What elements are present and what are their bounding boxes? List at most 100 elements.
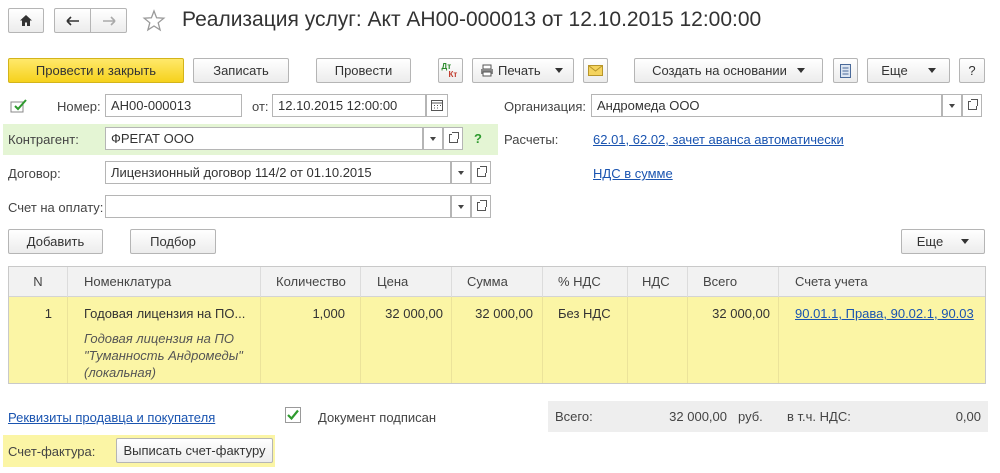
- create-based-on-label: Создать на основании: [652, 63, 787, 78]
- print-button[interactable]: Печать: [472, 58, 574, 83]
- open-icon: [476, 166, 487, 177]
- contract-dropdown[interactable]: [451, 161, 471, 184]
- arrow-left-icon: [65, 15, 79, 26]
- arrow-right-icon: [102, 15, 116, 26]
- col-accounts[interactable]: Счета учета: [779, 267, 985, 297]
- dtkt-icon: Дт Кт: [441, 61, 458, 79]
- payment-invoice-dropdown[interactable]: [451, 195, 471, 218]
- chevron-down-icon: [961, 239, 970, 244]
- organization-label: Организация:: [504, 99, 587, 114]
- contract-label: Договор:: [8, 166, 61, 181]
- signed-label: Документ подписан: [318, 410, 437, 425]
- date-field[interactable]: 12.10.2015 12:00:00: [272, 94, 426, 117]
- vat-included-value: 0,00: [955, 409, 981, 424]
- cell-qty[interactable]: 1,000: [261, 297, 361, 383]
- organization-dropdown[interactable]: [942, 94, 962, 117]
- chevron-down-icon: [927, 68, 936, 73]
- table-row[interactable]: 1 Годовая лицензия на ПО... Годовая лице…: [9, 297, 985, 383]
- cell-accounts: 90.01.1, Права, 90.02.1, 90.03: [779, 297, 985, 383]
- chevron-down-icon: [458, 204, 464, 209]
- cell-vat[interactable]: [628, 297, 688, 383]
- col-total[interactable]: Всего: [688, 267, 779, 297]
- organization-open-button[interactable]: [962, 94, 982, 117]
- checkmark-icon: [285, 407, 301, 423]
- more-actions-button[interactable]: Еще: [867, 58, 950, 83]
- chevron-down-icon: [554, 68, 563, 73]
- col-item[interactable]: Номенклатура: [68, 267, 261, 297]
- table-more-button[interactable]: Еще: [901, 229, 985, 254]
- col-n[interactable]: N: [9, 267, 68, 297]
- page-title: Реализация услуг: Акт АН00-000013 от 12.…: [182, 8, 762, 31]
- cell-vat-rate[interactable]: Без НДС: [543, 297, 628, 383]
- table-more-label: Еще: [916, 234, 944, 249]
- back-button[interactable]: [54, 8, 91, 33]
- number-field[interactable]: АН00-000013: [105, 94, 242, 117]
- vat-included-label: в т.ч. НДС:: [787, 409, 851, 424]
- forward-button[interactable]: [90, 8, 127, 33]
- dtkt-button[interactable]: Дт Кт: [438, 58, 463, 83]
- payment-invoice-field[interactable]: [105, 195, 451, 218]
- document-list-button[interactable]: [833, 58, 858, 83]
- save-button[interactable]: Записать: [193, 58, 289, 83]
- chevron-down-icon: [796, 68, 805, 73]
- home-icon: [20, 15, 32, 26]
- post-and-close-button[interactable]: Провести и закрыть: [8, 58, 184, 83]
- currency-label: руб.: [738, 409, 763, 424]
- issue-invoice-button[interactable]: Выписать счет-фактуру: [116, 438, 273, 463]
- counterparty-field[interactable]: ФРЕГАТ ООО: [105, 127, 423, 150]
- counterparty-open-button[interactable]: [443, 127, 463, 150]
- chevron-down-icon: [949, 103, 955, 108]
- counterparty-dropdown[interactable]: [423, 127, 443, 150]
- organization-field[interactable]: Андромеда ООО: [591, 94, 942, 117]
- calendar-button[interactable]: [426, 94, 448, 117]
- home-button[interactable]: [8, 8, 44, 33]
- printer-icon: [481, 64, 493, 77]
- cell-item-name[interactable]: Годовая лицензия на ПО...: [84, 306, 260, 328]
- cell-sum[interactable]: 32 000,00: [452, 297, 543, 383]
- col-qty[interactable]: Количество: [261, 267, 361, 297]
- col-vat-rate[interactable]: % НДС: [543, 267, 628, 297]
- cell-price[interactable]: 32 000,00: [361, 297, 452, 383]
- settlements-link[interactable]: 62.01, 62.02, зачет аванса автоматически: [593, 132, 844, 147]
- contract-field[interactable]: Лицензионный договор 114/2 от 01.10.2015: [105, 161, 451, 184]
- contract-open-button[interactable]: [471, 161, 491, 184]
- goods-table: N Номенклатура Количество Цена Сумма % Н…: [8, 266, 986, 384]
- counterparty-label: Контрагент:: [8, 132, 79, 147]
- col-vat[interactable]: НДС: [628, 267, 688, 297]
- col-sum[interactable]: Сумма: [452, 267, 543, 297]
- cell-item-content-1: Годовая лицензия на ПО: [84, 331, 235, 346]
- cell-item-content-2: "Туманность Андромеды": [84, 348, 243, 363]
- settlements-label: Расчеты:: [504, 132, 559, 147]
- table-header: N Номенклатура Количество Цена Сумма % Н…: [9, 267, 985, 297]
- seller-buyer-requisites-link[interactable]: Реквизиты продавца и покупателя: [8, 410, 215, 425]
- posted-status-icon: [10, 98, 28, 114]
- signed-checkbox[interactable]: [285, 407, 301, 423]
- favorite-star-icon[interactable]: [142, 9, 166, 33]
- open-icon: [448, 132, 459, 143]
- cell-item: Годовая лицензия на ПО... Годовая лиценз…: [68, 297, 261, 383]
- help-button[interactable]: ?: [959, 58, 985, 83]
- cell-item-content-3: (локальная): [84, 365, 156, 380]
- add-row-button[interactable]: Добавить: [8, 229, 103, 254]
- more-label: Еще: [881, 63, 908, 78]
- email-button[interactable]: [583, 58, 608, 83]
- vat-link[interactable]: НДС в сумме: [593, 166, 673, 181]
- chevron-down-icon: [430, 136, 436, 141]
- payment-invoice-label: Счет на оплату:: [8, 200, 104, 215]
- print-label: Печать: [498, 63, 541, 78]
- select-items-button[interactable]: Подбор: [130, 229, 216, 254]
- post-button[interactable]: Провести: [316, 58, 411, 83]
- date-label: от:: [252, 99, 269, 114]
- list-icon: [840, 63, 851, 78]
- total-label: Всего:: [555, 409, 593, 424]
- open-icon: [967, 99, 978, 110]
- payment-invoice-open-button[interactable]: [471, 195, 491, 218]
- total-value: 32 000,00: [669, 409, 727, 424]
- invoice-label: Счет-фактура:: [8, 444, 96, 459]
- counterparty-help-link[interactable]: ?: [474, 131, 482, 146]
- envelope-icon: [588, 65, 603, 76]
- accounts-link[interactable]: 90.01.1, Права, 90.02.1, 90.03: [795, 306, 974, 321]
- col-price[interactable]: Цена: [361, 267, 452, 297]
- open-icon: [476, 200, 487, 211]
- create-based-on-button[interactable]: Создать на основании: [634, 58, 823, 83]
